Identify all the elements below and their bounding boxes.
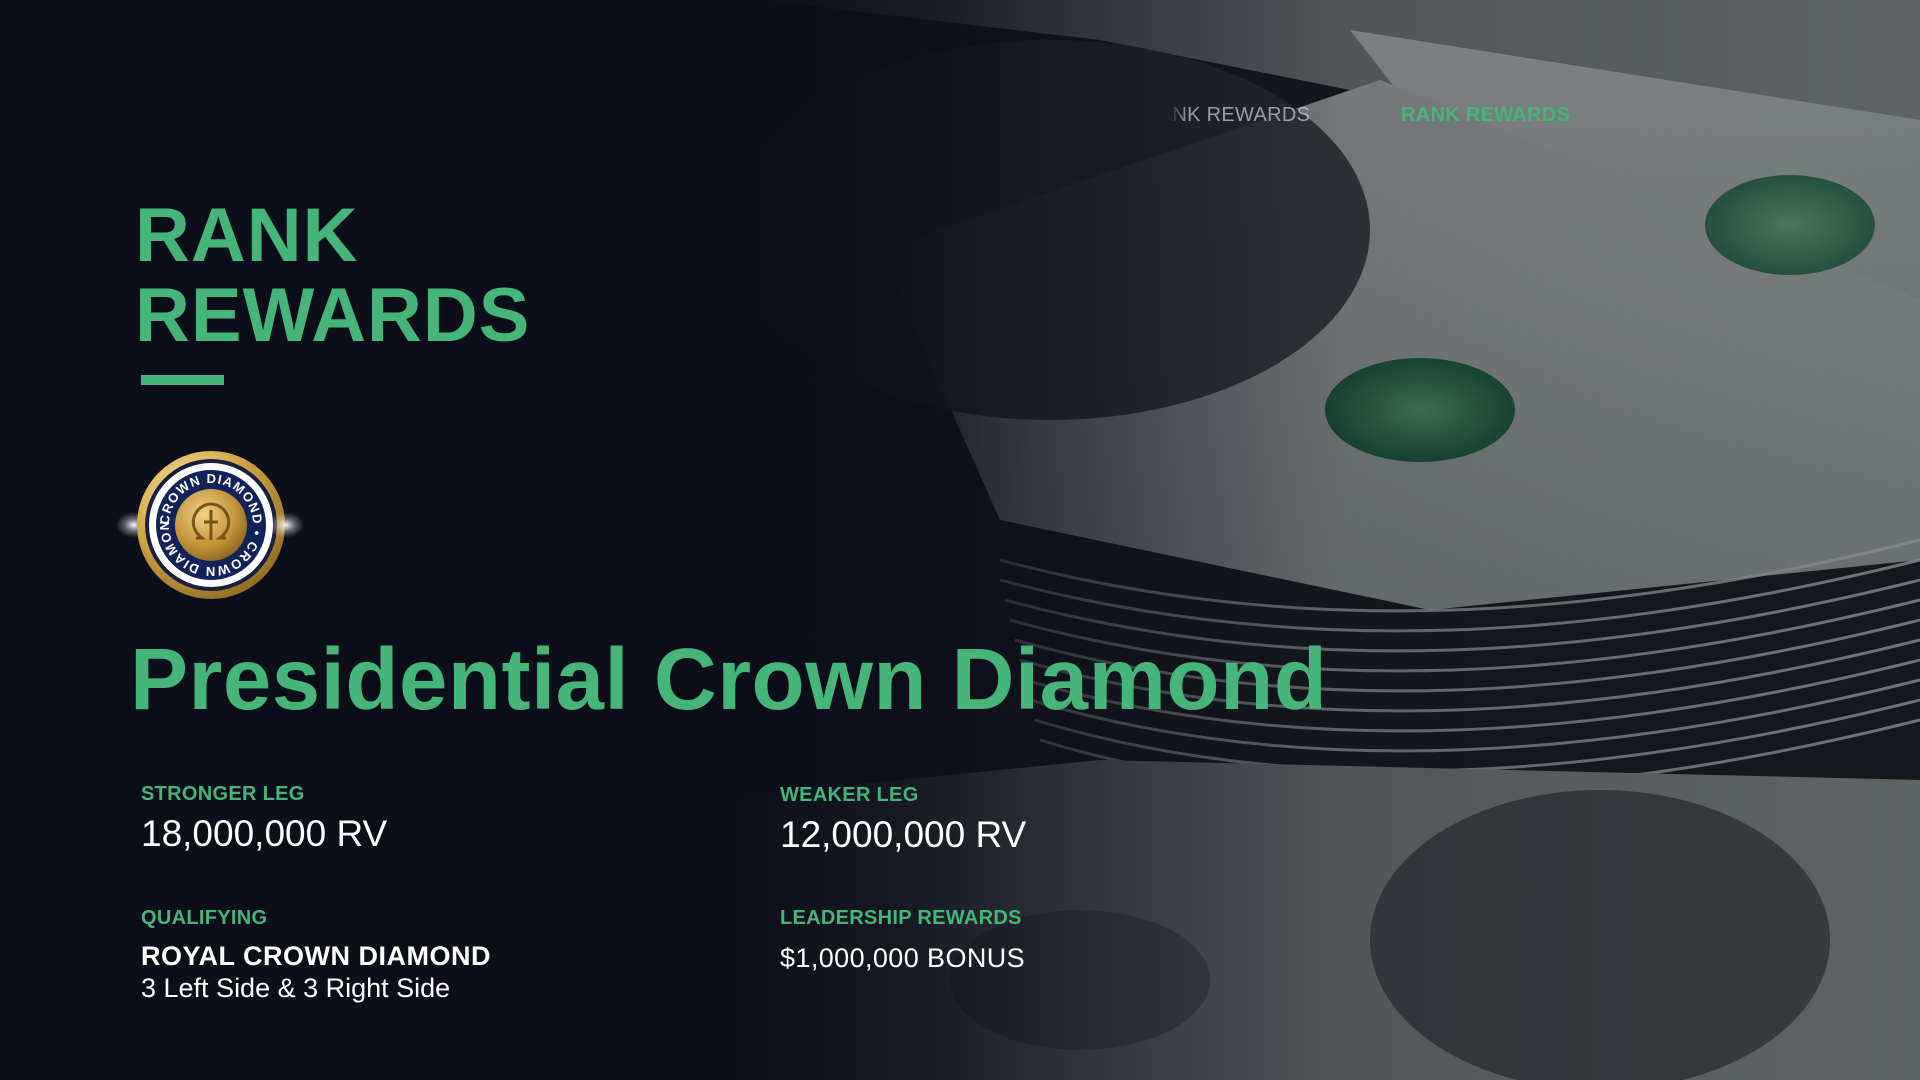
- crown-diamond-badge: CROWN DIAMOND • CROWN DIAMOND •: [131, 438, 286, 600]
- title-underline-divider: [141, 375, 224, 385]
- leadership-rewards-field: LEADERSHIP REWARDS $1,000,000 BONUS: [780, 906, 1340, 974]
- nav-item-label: RANK REWARDS: [1401, 104, 1571, 126]
- qualifying-value: ROYAL CROWN DIAMOND: [141, 941, 492, 971]
- top-nav: RANK REWARDS RANK REWARDS: [1144, 104, 1630, 134]
- leadership-rewards-value: $1,000,000 BONUS: [780, 943, 1026, 973]
- weaker-leg-label: WEAKER LEG: [780, 784, 919, 806]
- stronger-leg-field: STRONGER LEG 18,000,000 RV: [141, 782, 701, 856]
- qualifying-label: QUALIFYING: [141, 907, 268, 929]
- weaker-leg-field: WEAKER LEG 12,000,000 RV: [780, 783, 1340, 857]
- nav-item-rank-rewards-inactive[interactable]: RANK REWARDS: [1144, 104, 1310, 127]
- rank-name-heading: Presidential Crown Diamond: [130, 631, 1328, 728]
- nav-item-rank-rewards-active[interactable]: RANK REWARDS: [1401, 104, 1570, 127]
- nav-item-label: RANK REWARDS: [1144, 104, 1311, 126]
- stronger-leg-label: STRONGER LEG: [141, 783, 305, 805]
- page-title-line-1: RANK: [135, 193, 359, 278]
- crown-diamond-badge-graphic: CROWN DIAMOND • CROWN DIAMOND •: [131, 438, 285, 599]
- qualifying-subtext: 3 Left Side & 3 Right Side: [141, 973, 451, 1003]
- leadership-rewards-label: LEADERSHIP REWARDS: [780, 907, 1022, 929]
- stronger-leg-value: 18,000,000 RV: [141, 813, 388, 854]
- page-title-line-2: REWARDS: [135, 273, 531, 358]
- badge-glare-right: [268, 512, 304, 538]
- page-title: RANK REWARDS: [135, 196, 530, 356]
- qualifying-field: QUALIFYING ROYAL CROWN DIAMOND 3 Left Si…: [141, 906, 701, 1004]
- weaker-leg-value: 12,000,000 RV: [780, 814, 1027, 855]
